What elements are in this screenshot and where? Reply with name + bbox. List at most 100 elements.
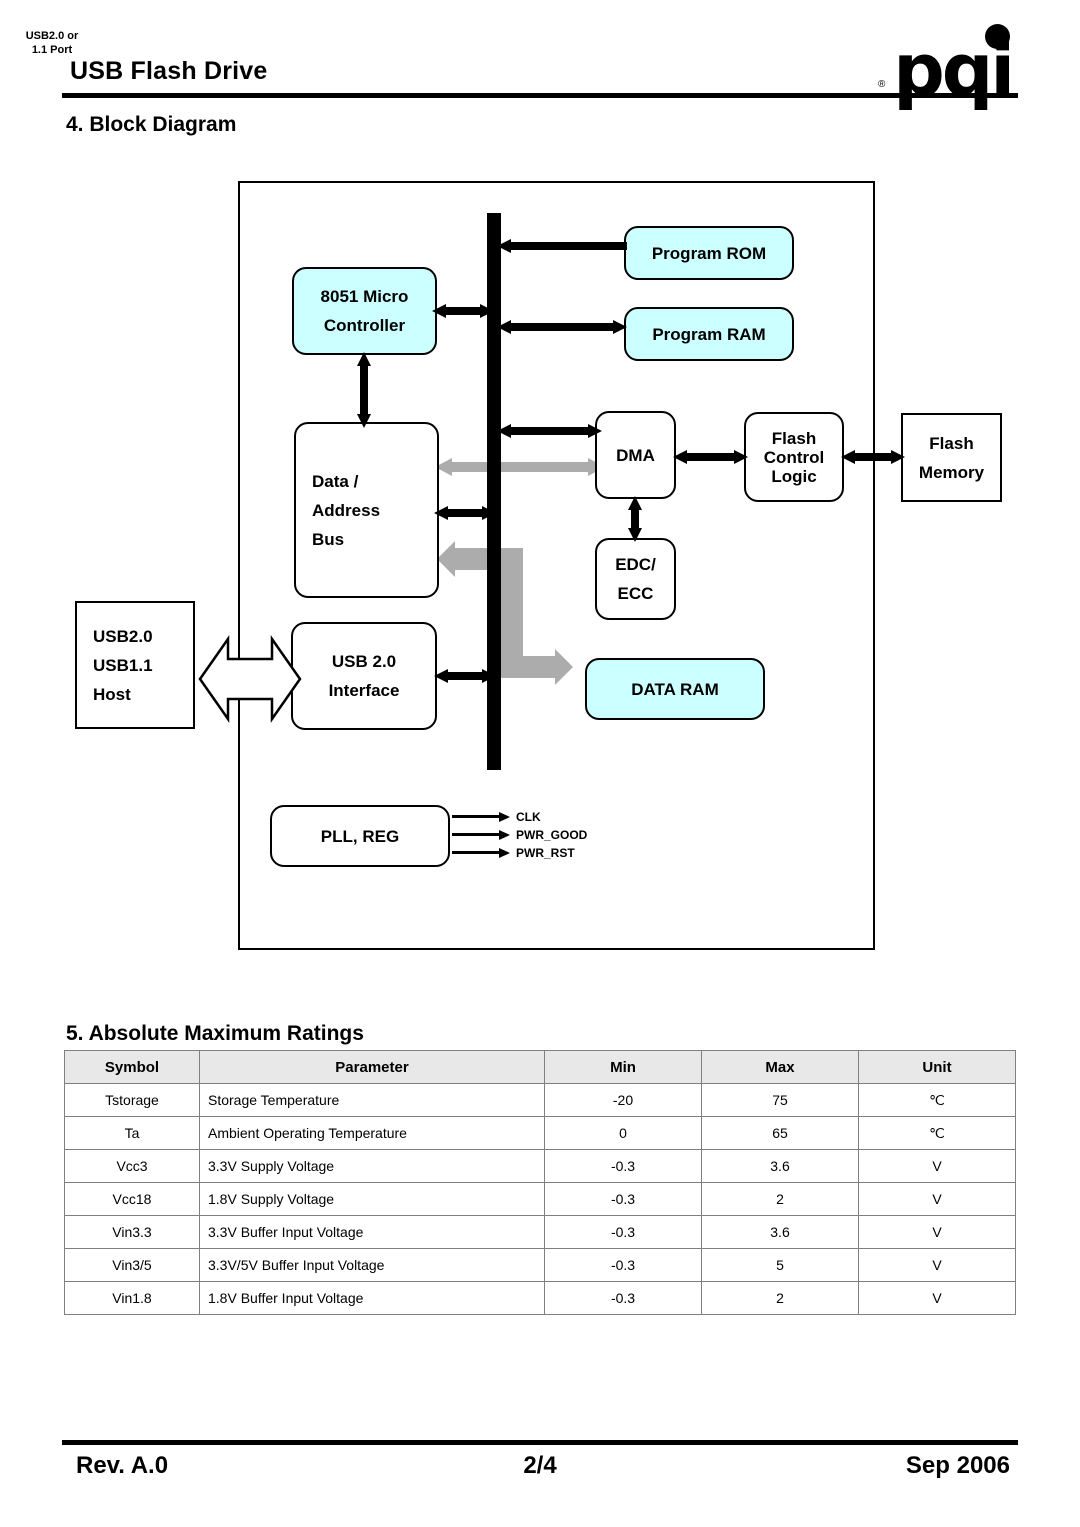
arrow-dma-to-flash-control <box>673 450 748 464</box>
signal-arrow-pwr-good <box>452 830 510 840</box>
column-header-unit: Unit <box>858 1050 1016 1084</box>
usb-port-label-line2: 1.1 Port <box>31 43 73 56</box>
cell-max: 2 <box>701 1281 859 1315</box>
arrow-mcu-to-bus <box>432 304 494 318</box>
table-row: Tstorage Storage Temperature -20 75 ℃ <box>64 1083 1016 1117</box>
cell-symbol: Vin3/5 <box>64 1248 200 1282</box>
cell-min: -0.3 <box>544 1149 702 1183</box>
cell-max: 2 <box>701 1182 859 1216</box>
signal-arrow-pwr-rst <box>452 848 510 858</box>
column-header-min: Min <box>544 1050 702 1084</box>
signal-label-pwr-good: PWR_GOOD <box>516 828 588 842</box>
cell-symbol: Vin3.3 <box>64 1215 200 1249</box>
cell-min: -20 <box>544 1083 702 1117</box>
cell-min: -0.3 <box>544 1182 702 1216</box>
gray-arrow-data-ram-to-data-bus <box>437 541 577 685</box>
footer-page-number: 2/4 <box>523 1452 557 1479</box>
cell-parameter: Ambient Operating Temperature <box>199 1116 545 1150</box>
node-label: Flash <box>929 433 974 453</box>
node-label: Flash <box>771 428 817 448</box>
node-flash-control-logic: Flash Control Logic <box>744 412 844 502</box>
arrow-bus-to-program-ram <box>497 320 627 334</box>
node-label: Program ROM <box>651 243 767 263</box>
node-label: Host <box>93 684 131 704</box>
cell-min: 0 <box>544 1116 702 1150</box>
node-label: Address <box>312 500 381 520</box>
block-diagram: 8051 Micro Controller Program ROM Progra… <box>0 0 1080 1000</box>
node-data-address-bus: Data / Address Bus <box>294 422 439 598</box>
cell-symbol: Ta <box>64 1116 200 1150</box>
cell-unit: V <box>858 1248 1016 1282</box>
arrow-flash-control-to-flash-memory <box>841 450 905 464</box>
node-data-ram: DATA RAM <box>585 658 765 720</box>
arrow-mcu-to-data-bus <box>357 352 371 428</box>
cell-parameter: 1.8V Buffer Input Voltage <box>199 1281 545 1315</box>
node-label: USB1.1 <box>93 655 153 675</box>
node-8051-microcontroller: 8051 Micro Controller <box>292 267 437 355</box>
node-label: Logic <box>771 466 817 486</box>
cell-unit: ℃ <box>858 1116 1016 1150</box>
node-label: 8051 Micro <box>320 287 409 306</box>
table-row: Vcc3 3.3V Supply Voltage -0.3 3.6 V <box>64 1149 1016 1183</box>
absolute-maximum-ratings-table: Symbol Parameter Min Max Unit Tstorage St… <box>64 1050 1016 1315</box>
arrow-program-rom-to-bus <box>497 239 627 253</box>
node-label: USB 2.0 <box>331 652 397 671</box>
node-usb-host: USB2.0 USB1.1 Host <box>75 601 195 729</box>
node-label: Controller <box>323 316 406 335</box>
node-program-ram: Program RAM <box>624 307 794 361</box>
cell-symbol: Vcc18 <box>64 1182 200 1216</box>
signal-label-pwr-rst: PWR_RST <box>516 846 575 860</box>
node-label: EDC/ <box>615 555 656 574</box>
cell-symbol: Vcc3 <box>64 1149 200 1183</box>
table-row: Vin1.8 1.8V Buffer Input Voltage -0.3 2 V <box>64 1281 1016 1315</box>
cell-symbol: Vin1.8 <box>64 1281 200 1315</box>
cell-min: -0.3 <box>544 1281 702 1315</box>
arrow-dma-to-edc-ecc <box>628 496 642 542</box>
usb-port-label-line1: USB2.0 or <box>25 30 79 42</box>
signal-arrow-clk <box>452 812 510 822</box>
node-label: Bus <box>312 529 345 549</box>
cell-parameter: 3.3V Buffer Input Voltage <box>199 1215 545 1249</box>
column-header-max: Max <box>701 1050 859 1084</box>
node-dma: DMA <box>595 411 676 499</box>
cell-unit: V <box>858 1182 1016 1216</box>
column-header-parameter: Parameter <box>199 1050 545 1084</box>
arrow-bus-to-dma <box>497 424 602 438</box>
arrow-data-bus-to-system-bus <box>434 506 496 520</box>
node-label: ECC <box>617 584 654 603</box>
column-header-symbol: Symbol <box>64 1050 200 1084</box>
cell-parameter: Storage Temperature <box>199 1083 545 1117</box>
page-footer: Rev. A.0 2/4 Sep 2006 <box>62 1440 1018 1500</box>
node-label: Control <box>763 447 825 467</box>
cell-max: 5 <box>701 1248 859 1282</box>
system-bus-line <box>487 213 501 770</box>
node-label: DATA RAM <box>631 679 719 699</box>
node-label: Data / <box>312 471 359 491</box>
cell-unit: V <box>858 1281 1016 1315</box>
cell-max: 65 <box>701 1116 859 1150</box>
cell-unit: ℃ <box>858 1083 1016 1117</box>
cell-symbol: Tstorage <box>64 1083 200 1117</box>
table-header-row: Symbol Parameter Min Max Unit <box>64 1050 1016 1084</box>
node-label: PLL, REG <box>320 826 400 846</box>
node-label: Interface <box>328 681 400 700</box>
usb-port-connector-arrow <box>198 633 302 725</box>
node-edc-ecc: EDC/ ECC <box>595 538 676 620</box>
node-label: DMA <box>616 445 655 465</box>
footer-divider <box>62 1440 1018 1445</box>
table-row: Vin3/5 3.3V/5V Buffer Input Voltage -0.3 5 V <box>64 1248 1016 1282</box>
node-pll-reg: PLL, REG <box>270 805 450 867</box>
cell-parameter: 3.3V/5V Buffer Input Voltage <box>199 1248 545 1282</box>
table-row: Vcc18 1.8V Supply Voltage -0.3 2 V <box>64 1182 1016 1216</box>
footer-date: Sep 2006 <box>905 1452 1010 1479</box>
cell-min: -0.3 <box>544 1215 702 1249</box>
table-row: Ta Ambient Operating Temperature 0 65 ℃ <box>64 1116 1016 1150</box>
cell-unit: V <box>858 1149 1016 1183</box>
node-program-rom: Program ROM <box>624 226 794 280</box>
table-row: Vin3.3 3.3V Buffer Input Voltage -0.3 3.6 V <box>64 1215 1016 1249</box>
node-label: USB2.0 <box>93 626 153 646</box>
node-flash-memory: Flash Memory <box>901 413 1002 502</box>
cell-max: 75 <box>701 1083 859 1117</box>
cell-max: 3.6 <box>701 1149 859 1183</box>
cell-max: 3.6 <box>701 1215 859 1249</box>
